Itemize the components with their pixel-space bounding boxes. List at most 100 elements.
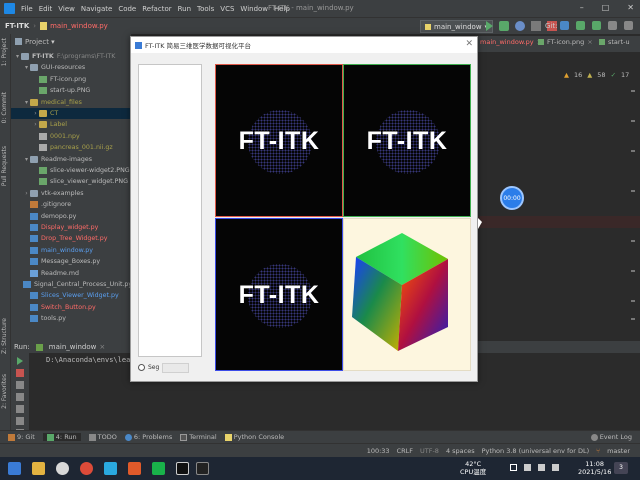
slice-view-coronal[interactable]: FT-ITK <box>215 218 343 371</box>
file-tree-widget[interactable] <box>138 64 202 357</box>
tree-item[interactable]: ▾ medical_files <box>11 97 131 108</box>
tab-pull-requests[interactable]: Pull Requests <box>1 146 8 186</box>
menu-run[interactable]: Run <box>175 5 194 13</box>
tree-item[interactable]: Message_Boxes.py <box>11 256 131 267</box>
menu-tools[interactable]: Tools <box>194 5 217 13</box>
line-separator[interactable]: CRLF <box>397 447 413 455</box>
menu-navigate[interactable]: Navigate <box>78 5 115 13</box>
rollback-icon[interactable] <box>624 21 633 30</box>
tree-item[interactable]: demopo.py <box>11 211 131 222</box>
stop-icon[interactable] <box>16 369 24 377</box>
tree-item[interactable]: Display_widget.py <box>11 222 131 233</box>
tree-item[interactable]: ▾ FT-ITK F:\programs\FT-ITK <box>11 51 131 62</box>
tree-item[interactable]: ▾ GUI-resources <box>11 62 131 73</box>
expand-arrow-icon[interactable]: ▾ <box>23 156 30 163</box>
history-icon[interactable] <box>608 21 617 30</box>
debug-icon[interactable] <box>499 21 509 31</box>
project-panel-title[interactable]: Project <box>25 38 49 46</box>
tab-run[interactable]: 4: Run <box>42 433 81 441</box>
soft-wrap-icon[interactable] <box>16 405 24 413</box>
taskbar-clock[interactable]: 11:08 2021/5/16 <box>578 460 611 476</box>
tab-ft-icon[interactable]: FT-icon.png × <box>538 38 593 46</box>
menu-file[interactable]: File <box>18 5 36 13</box>
tab-main-window[interactable]: main_window.py × <box>480 38 542 46</box>
tab-terminal[interactable]: Terminal <box>180 433 217 441</box>
menu-vcs[interactable]: VCS <box>217 5 237 13</box>
tree-item[interactable]: start-up.PNG <box>11 85 131 96</box>
breadcrumb-file[interactable]: main_window.py <box>50 22 108 30</box>
menu-code[interactable]: Code <box>115 5 139 13</box>
slice-view-axial[interactable]: FT-ITK <box>215 64 343 217</box>
tree-item[interactable]: Slices_Viewer_Widget.py <box>11 290 131 301</box>
profile-icon[interactable] <box>531 21 541 31</box>
tree-item[interactable]: slice_viewer_widget.PNG <box>11 176 131 187</box>
tree-item[interactable]: › CT <box>11 108 131 119</box>
network-icon[interactable] <box>524 464 531 471</box>
media-player-icon[interactable] <box>56 462 69 475</box>
tab-python-console[interactable]: Python Console <box>224 433 284 441</box>
breadcrumb-project[interactable]: FT-ITK <box>5 22 29 30</box>
seg-radio-button[interactable] <box>138 364 145 371</box>
tree-item[interactable]: Readme.md <box>11 268 131 279</box>
scroll-down-icon[interactable] <box>16 393 24 401</box>
edge-icon[interactable] <box>104 462 117 475</box>
minimize-icon[interactable]: – <box>580 3 584 12</box>
caret-position[interactable]: 100:33 <box>367 447 390 455</box>
cpu-temperature-widget[interactable]: 42°C CPU温度 <box>460 460 486 476</box>
tree-item[interactable]: FT-icon.png <box>11 74 131 85</box>
git-commit-icon[interactable] <box>576 21 585 30</box>
pycharm-taskbar-icon[interactable] <box>176 462 189 475</box>
menu-refactor[interactable]: Refactor <box>139 5 174 13</box>
tree-item[interactable]: Switch_Button.py <box>11 302 131 313</box>
tray-show-hidden-icon[interactable] <box>510 464 517 471</box>
close-tab-icon[interactable]: × <box>99 343 105 351</box>
tree-item[interactable]: Signal_Central_Process_Unit.py <box>11 279 131 290</box>
file-encoding[interactable]: UTF-8 <box>420 447 439 455</box>
run-icon[interactable] <box>486 21 493 31</box>
tree-item[interactable]: .gitignore <box>11 199 131 210</box>
git-push-icon[interactable] <box>592 21 601 30</box>
tree-item[interactable]: main_window.py <box>11 245 131 256</box>
chrome-icon[interactable] <box>80 462 93 475</box>
expand-arrow-icon[interactable]: › <box>32 121 39 128</box>
tab-git[interactable]: 9: Git <box>8 433 35 441</box>
tab-project[interactable]: 1: Project <box>1 38 8 66</box>
git-update-icon[interactable] <box>560 21 569 30</box>
app-icon[interactable] <box>128 462 141 475</box>
chevron-down-icon[interactable]: ▾ <box>49 38 55 46</box>
ft-itk-taskbar-icon[interactable] <box>196 462 209 475</box>
dialog-close-icon[interactable]: ✕ <box>465 39 473 49</box>
tree-item[interactable]: 0001.npy <box>11 131 131 142</box>
close-icon[interactable]: ✕ <box>627 3 634 12</box>
maximize-icon[interactable]: □ <box>602 3 610 12</box>
inspection-widget[interactable]: ▲ 16 ▲ 58 ✓ 17 <box>564 71 629 79</box>
rerun-icon[interactable] <box>17 357 23 365</box>
volume-render-view[interactable] <box>343 218 471 371</box>
editor-scroll-markers[interactable] <box>631 80 635 330</box>
run-config-tab[interactable]: main_window × <box>35 343 105 351</box>
expand-arrow-icon[interactable]: › <box>32 110 39 117</box>
print-icon[interactable] <box>16 417 24 425</box>
menu-view[interactable]: View <box>55 5 78 13</box>
expand-arrow-icon[interactable]: ▾ <box>23 64 30 71</box>
indent-setting[interactable]: 4 spaces <box>446 447 475 455</box>
wechat-icon[interactable] <box>152 462 165 475</box>
tab-structure[interactable]: Z: Structure <box>1 318 8 354</box>
tree-item[interactable]: ▾ Readme-images <box>11 154 131 165</box>
tree-item[interactable]: › vtk-examples <box>11 188 131 199</box>
menu-window[interactable]: Window <box>237 5 271 13</box>
windows-start-icon[interactable] <box>8 462 21 475</box>
expand-arrow-icon[interactable]: ▾ <box>14 53 21 60</box>
git-branch[interactable]: master <box>607 447 630 455</box>
tab-problems[interactable]: 6: Problems <box>124 433 172 441</box>
seg-value-input[interactable] <box>162 363 189 373</box>
menu-edit[interactable]: Edit <box>36 5 56 13</box>
tab-start-up[interactable]: start-u <box>599 38 630 46</box>
scroll-up-icon[interactable] <box>16 381 24 389</box>
tree-item[interactable]: pancreas_001.nii.gz <box>11 142 131 153</box>
expand-arrow-icon[interactable]: › <box>23 190 30 197</box>
tab-commit[interactable]: 0: Commit <box>1 92 8 123</box>
tree-item[interactable]: tools.py <box>11 313 131 324</box>
python-interpreter[interactable]: Python 3.8 (universal env for DL) <box>482 447 590 455</box>
run-config-selector[interactable]: main_window ▾ <box>420 20 494 33</box>
